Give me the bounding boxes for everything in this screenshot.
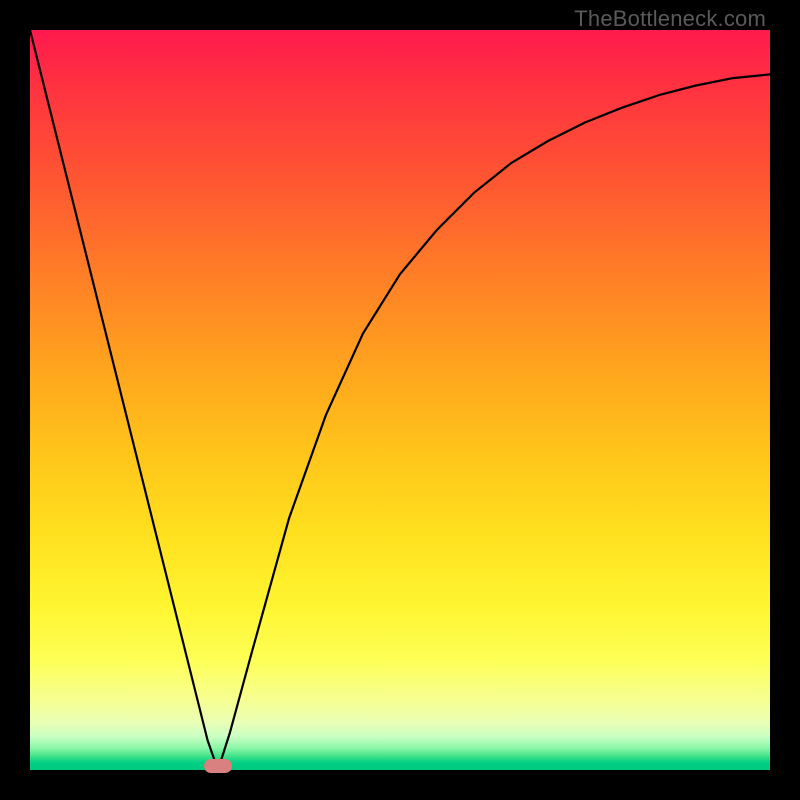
chart-frame: TheBottleneck.com	[0, 0, 800, 800]
curve-svg	[30, 30, 770, 770]
watermark-text: TheBottleneck.com	[574, 6, 766, 32]
bottleneck-curve	[30, 30, 770, 770]
plot-area	[30, 30, 770, 770]
minimum-marker	[204, 759, 232, 773]
